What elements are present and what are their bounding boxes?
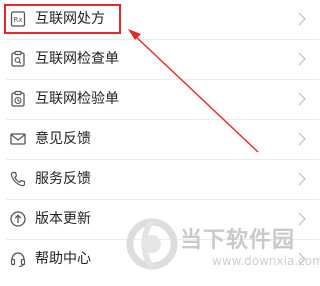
menu-item-label: 意见反馈 (35, 131, 91, 147)
menu-item-label: 互联网检查单 (35, 51, 119, 67)
menu-item-internet-exam-form[interactable]: 互联网检查单 (0, 40, 319, 80)
menu-item-internet-lab-form[interactable]: 互联网检验单 (0, 80, 319, 120)
chevron-right-icon (297, 91, 307, 107)
menu-item-label: 互联网检验单 (35, 91, 119, 107)
watermark: 当下软件园 www.downxia.com (126, 206, 320, 278)
chevron-right-icon (297, 11, 307, 27)
menu-item-label: 帮助中心 (35, 251, 91, 267)
watermark-url: www.downxia.com (212, 254, 320, 268)
mail-icon (9, 130, 27, 148)
phone-icon (9, 170, 27, 188)
menu-item-feedback[interactable]: 意见反馈 (0, 120, 319, 160)
chevron-right-icon (297, 171, 307, 187)
watermark-title: 当下软件园 (180, 228, 296, 253)
upload-icon (9, 210, 27, 228)
watermark-logo-icon (126, 218, 178, 270)
headset-icon (9, 250, 27, 268)
test-form-icon (9, 90, 27, 108)
chevron-right-icon (297, 131, 307, 147)
check-form-icon (9, 50, 27, 68)
menu-item-label: 服务反馈 (35, 171, 91, 187)
menu-item-label: 版本更新 (35, 211, 91, 227)
menu-item-service-feedback[interactable]: 服务反馈 (0, 160, 319, 200)
highlight-box (4, 4, 121, 34)
chevron-right-icon (297, 51, 307, 67)
